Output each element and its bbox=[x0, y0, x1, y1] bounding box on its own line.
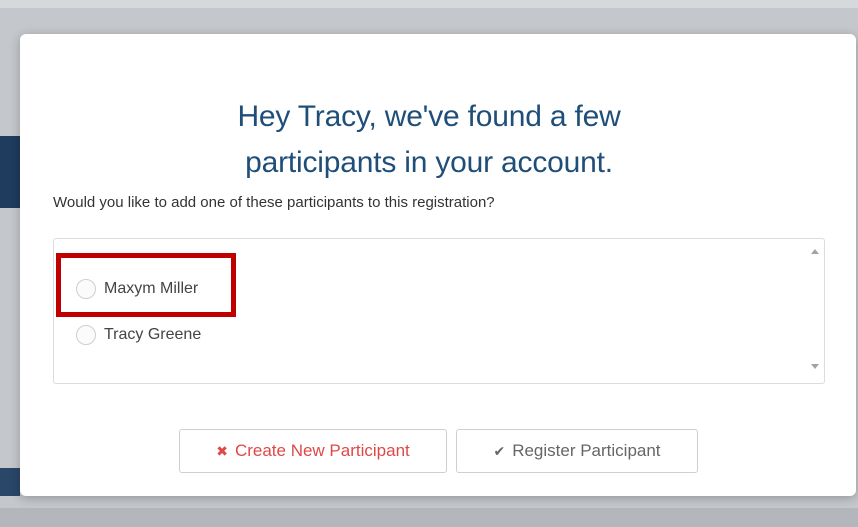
times-icon: ✖ bbox=[216, 442, 228, 459]
participant-option[interactable]: Tracy Greene bbox=[76, 324, 201, 346]
background-header bbox=[0, 0, 858, 8]
registration-question: Would you like to add one of these parti… bbox=[53, 194, 495, 211]
participant-list[interactable]: Maxym Miller Tracy Greene bbox=[53, 238, 825, 384]
participant-name: Tracy Greene bbox=[104, 326, 202, 343]
list-scrollbar[interactable] bbox=[806, 239, 824, 383]
background-nav-block bbox=[0, 136, 20, 208]
register-participant-label: Register Participant bbox=[512, 441, 661, 460]
participant-modal: Hey Tracy, we've found a few participant… bbox=[20, 34, 856, 496]
modal-title-line: Hey Tracy, we've found a few bbox=[237, 100, 621, 134]
participant-radio[interactable] bbox=[76, 279, 96, 299]
modal-title-line: participants in your account. bbox=[245, 146, 613, 180]
participant-radio[interactable] bbox=[76, 325, 96, 345]
background-footer bbox=[0, 508, 858, 527]
scroll-down-arrow-icon[interactable] bbox=[811, 364, 819, 369]
register-participant-button[interactable]: ✔ Register Participant bbox=[456, 429, 698, 473]
modal-title: Hey Tracy, we've found a few participant… bbox=[60, 94, 798, 186]
create-new-participant-label: Create New Participant bbox=[234, 441, 410, 460]
create-new-participant-button[interactable]: ✖ Create New Participant bbox=[179, 429, 447, 473]
scroll-up-arrow-icon[interactable] bbox=[811, 249, 819, 254]
participant-name: Maxym Miller bbox=[104, 280, 199, 297]
background-nav-block bbox=[0, 468, 20, 496]
check-icon: ✔ bbox=[493, 442, 506, 459]
participant-option[interactable]: Maxym Miller bbox=[76, 278, 198, 300]
